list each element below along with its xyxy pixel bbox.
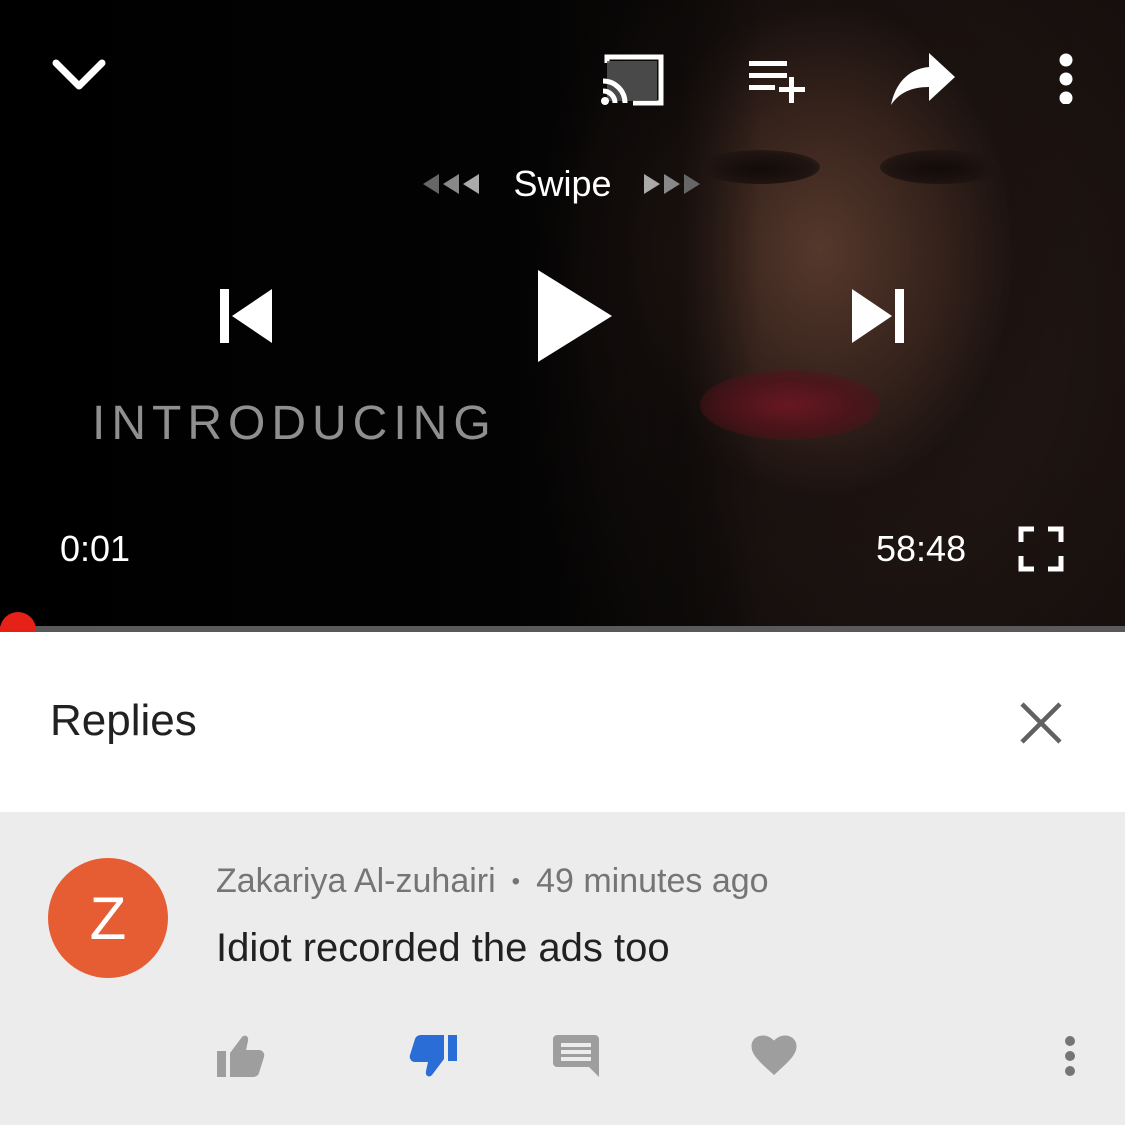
- comment-item: Z Zakariya Al-zuhairi • 49 minutes ago I…: [0, 812, 1125, 1125]
- swipe-right-arrows-icon: [643, 174, 700, 194]
- comment-text: Idiot recorded the ads too: [216, 926, 670, 970]
- dislike-button[interactable]: [404, 1026, 464, 1086]
- total-time: 58:48: [876, 528, 967, 569]
- swipe-left-arrows-icon: [423, 174, 480, 194]
- share-button[interactable]: [884, 44, 962, 110]
- heart-icon: [751, 1035, 797, 1075]
- chevron-down-icon: [52, 59, 106, 90]
- avatar-letter: Z: [89, 884, 127, 952]
- share-icon: [891, 53, 955, 105]
- video-player[interactable]: INTRODUCING Swipe 0:01 58:48: [0, 0, 1125, 632]
- meta-separator: •: [511, 867, 521, 895]
- add-to-queue-button[interactable]: [742, 52, 812, 108]
- current-time: 0:01: [60, 528, 131, 569]
- comment-more-button[interactable]: [1040, 1026, 1100, 1086]
- close-replies-button[interactable]: [1008, 690, 1074, 756]
- video-frame-lips: [700, 370, 880, 440]
- close-icon: [1020, 702, 1062, 744]
- video-overlay-text: INTRODUCING: [92, 397, 497, 450]
- replies-title: Replies: [50, 696, 197, 745]
- play-button[interactable]: [524, 262, 620, 370]
- replies-panel-header: Replies: [0, 632, 1125, 812]
- cast-button[interactable]: [596, 48, 670, 110]
- play-icon: [538, 270, 612, 362]
- skip-previous-icon: [220, 289, 272, 343]
- app-root: INTRODUCING Swipe 0:01 58:48 Replies Z Z…: [0, 0, 1125, 1125]
- comment-author[interactable]: Zakariya Al-zuhairi: [216, 862, 496, 901]
- comment-timestamp: 49 minutes ago: [536, 862, 769, 900]
- skip-next-icon: [852, 289, 904, 343]
- video-frame-eye-right: [880, 150, 1000, 184]
- cast-icon: [601, 54, 664, 106]
- more-options-button[interactable]: [1046, 50, 1086, 106]
- video-frame-eye-left: [700, 150, 820, 184]
- thumb-down-icon: [409, 1035, 457, 1077]
- heart-button[interactable]: [744, 1026, 804, 1086]
- swipe-label: Swipe: [513, 163, 612, 204]
- fullscreen-button[interactable]: [1012, 520, 1070, 578]
- comment-meta: Zakariya Al-zuhairi • 49 minutes ago: [216, 862, 769, 901]
- minimize-button[interactable]: [44, 40, 114, 110]
- reply-button[interactable]: [546, 1026, 606, 1086]
- fullscreen-icon: [1018, 526, 1064, 572]
- thumb-up-icon: [217, 1035, 265, 1077]
- more-vert-icon: [1065, 1036, 1075, 1076]
- more-vert-icon: [1059, 53, 1073, 104]
- playlist-add-icon: [749, 61, 805, 103]
- previous-button[interactable]: [206, 280, 282, 352]
- like-button[interactable]: [210, 1026, 270, 1086]
- next-button[interactable]: [842, 280, 918, 352]
- avatar[interactable]: Z: [48, 858, 168, 978]
- comment-icon: [553, 1035, 599, 1077]
- swipe-hint: Swipe: [410, 158, 715, 210]
